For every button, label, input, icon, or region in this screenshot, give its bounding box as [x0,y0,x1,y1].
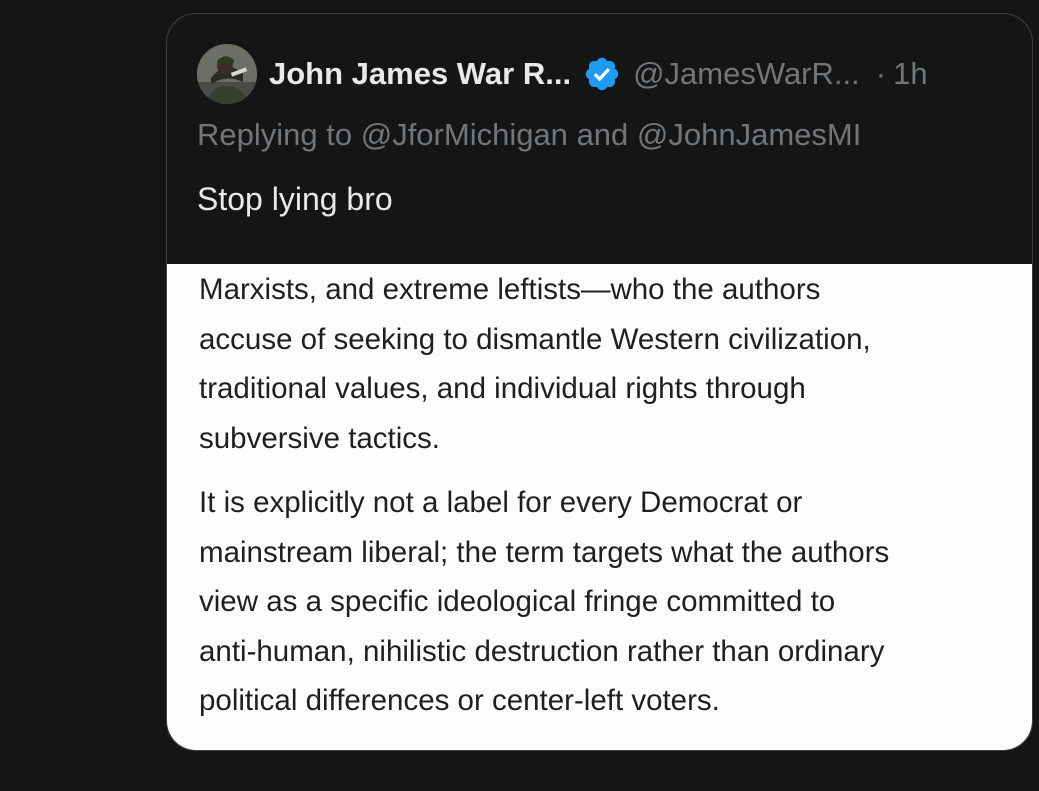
image-text-line: accuse of seeking to dismantle Western c… [199,322,871,356]
replying-prefix: Replying to [197,117,353,152]
post-text: Stop lying bro [197,181,393,217]
replying-to-line: Replying to @JforMichigan and @JohnJames… [197,117,861,153]
post-timestamp[interactable]: 1h [893,56,927,92]
image-text-line: traditional values, and individual right… [199,372,806,405]
replying-joiner: and [576,117,629,152]
author-display-name[interactable]: John James War R... [269,56,571,92]
post-header: John James War R... @JamesWarR... · 1h [197,44,928,104]
avatar[interactable] [197,44,257,104]
image-paragraph: Marxists, and extreme leftists—who the a… [199,265,1019,463]
mention-link[interactable]: @JohnJamesMI [637,117,861,152]
attached-image[interactable]: Marxists, and extreme leftists—who the a… [167,264,1032,750]
author-handle[interactable]: @JamesWarR... [633,56,860,92]
image-text-line: view as a specific ideological fringe co… [199,585,836,618]
image-text-line: anti-human, nihilistic destruction rathe… [199,634,885,668]
user-avatar-photo-icon [197,44,257,104]
image-text-line: Marxists, and extreme leftists—who the a… [199,273,821,306]
image-text-line: political differences or center-left vot… [199,684,720,717]
verified-badge-icon [585,57,619,91]
mention-link[interactable]: @JforMichigan [361,117,568,152]
image-paragraph: It is explicitly not a label for every D… [199,478,1019,726]
image-text-line: It is explicitly not a label for every D… [199,486,803,519]
separator-dot: · [875,56,887,91]
image-text-line: subversive tactics. [199,421,440,455]
image-text-line: mainstream liberal; the term targets wha… [199,535,890,569]
quoted-post-card[interactable]: John James War R... @JamesWarR... · 1h R… [166,13,1033,751]
